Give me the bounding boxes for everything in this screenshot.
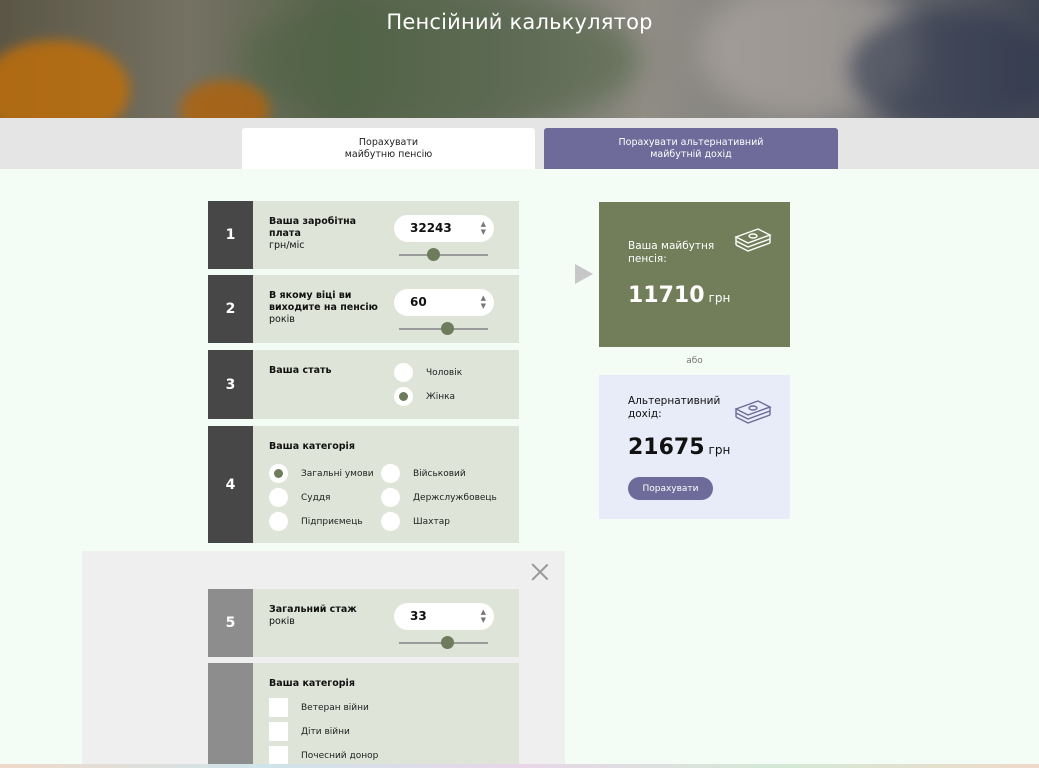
- alt-income-value: 21675 грн: [628, 435, 731, 460]
- radio-miner[interactable]: Шахтар: [381, 512, 450, 531]
- step-salary: 1 Ваша заробітна плата грн/міс 32243 ▲ ▼: [208, 201, 519, 269]
- tab-alternative-income[interactable]: Порахувати альтернативний майбутній дохі…: [544, 128, 838, 169]
- radio-military[interactable]: Військовий: [381, 464, 466, 483]
- step-label: В якому віці ви виходите на пенсію років: [269, 290, 378, 325]
- salary-slider[interactable]: [399, 248, 488, 261]
- step-label: Ваша стать: [269, 365, 332, 376]
- radio-judge[interactable]: Суддя: [269, 488, 330, 507]
- step-number: 3: [208, 350, 253, 419]
- step-experience: 5 Загальний стаж років 33 ▲ ▼: [208, 589, 519, 657]
- experience-value: 33: [410, 609, 427, 623]
- tab-future-pension[interactable]: Порахувати майбутню пенсію: [242, 128, 535, 169]
- close-icon[interactable]: [531, 563, 549, 581]
- spinner-arrows-icon[interactable]: ▲ ▼: [481, 220, 486, 236]
- step-number: 5: [208, 589, 253, 657]
- slider-thumb[interactable]: [427, 248, 441, 261]
- future-pension-value: 11710 грн: [628, 283, 731, 308]
- page-title: Пенсійний калькулятор: [386, 10, 653, 34]
- age-value: 60: [410, 295, 427, 309]
- salary-value: 32243: [410, 221, 452, 235]
- step-label: Загальний стаж років: [269, 604, 357, 627]
- calculate-button[interactable]: Порахувати: [628, 477, 713, 500]
- experience-slider[interactable]: [399, 636, 488, 649]
- slider-thumb[interactable]: [441, 322, 455, 335]
- alternative-income-card: Альтернативний дохід: 21675 грн Порахуват…: [599, 375, 790, 519]
- radio-entrepreneur[interactable]: Підприємець: [269, 512, 363, 531]
- hero-banner: Пенсійний калькулятор: [0, 0, 1039, 118]
- age-input[interactable]: 60 ▲ ▼: [394, 289, 494, 316]
- bottom-border: [0, 764, 1039, 768]
- step-label: Ваша заробітна плата грн/міс: [269, 216, 357, 251]
- check-war-veteran[interactable]: Ветеран війни: [269, 698, 369, 717]
- slider-thumb[interactable]: [440, 636, 454, 649]
- step-label: Ваша категорія: [269, 678, 355, 689]
- step-benefit-category: Ваша категорія Ветеран війни Діти війни …: [208, 663, 519, 768]
- money-stack-icon: [734, 228, 772, 252]
- check-honorary-donor[interactable]: Почесний донор: [269, 746, 378, 765]
- step-gender: 3 Ваша стать Чоловік Жінка: [208, 350, 519, 419]
- or-separator: або: [686, 356, 703, 366]
- spinner-arrows-icon[interactable]: ▲ ▼: [481, 608, 486, 624]
- tabs-bar: Порахувати майбутню пенсію Порахувати ал…: [0, 118, 1039, 169]
- future-pension-card: Ваша майбутня пенсія: 11710 грн: [599, 202, 790, 347]
- step-retirement-age: 2 В якому віці ви виходите на пенсію рокі…: [208, 275, 519, 343]
- step-category: 4 Ваша категорія Загальні умови Військов…: [208, 426, 519, 543]
- step-number: [208, 663, 253, 768]
- salary-input[interactable]: 32243 ▲ ▼: [394, 215, 494, 242]
- alt-income-label: Альтернативний дохід:: [628, 395, 721, 420]
- step-number: 1: [208, 201, 253, 269]
- radio-general[interactable]: Загальні умови: [269, 464, 374, 483]
- future-pension-label: Ваша майбутня пенсія:: [628, 240, 715, 265]
- radio-male[interactable]: Чоловік: [394, 363, 462, 382]
- radio-civil-servant[interactable]: Держслужбовець: [381, 488, 497, 507]
- arrow-right-icon: [575, 264, 593, 284]
- radio-female[interactable]: Жінка: [394, 387, 455, 406]
- check-war-children[interactable]: Діти війни: [269, 722, 350, 741]
- step-number: 2: [208, 275, 253, 343]
- spinner-arrows-icon[interactable]: ▲ ▼: [481, 294, 486, 310]
- age-slider[interactable]: [399, 322, 488, 335]
- experience-input[interactable]: 33 ▲ ▼: [394, 603, 494, 630]
- money-stack-icon: [734, 400, 772, 424]
- step-number: 4: [208, 426, 253, 543]
- step-label: Ваша категорія: [269, 441, 355, 452]
